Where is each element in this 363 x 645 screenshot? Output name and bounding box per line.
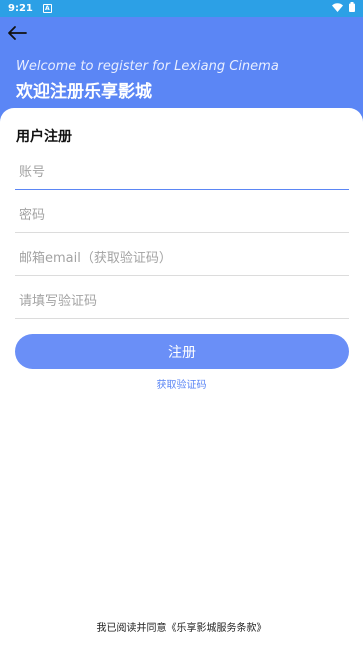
wifi-icon xyxy=(332,2,343,15)
welcome-subtitle: Welcome to register for Lexiang Cinema xyxy=(16,59,279,74)
back-button[interactable] xyxy=(5,25,29,45)
status-icons xyxy=(332,2,355,15)
password-input[interactable] xyxy=(15,199,349,233)
email-input[interactable] xyxy=(15,242,349,276)
terms-agreement-link[interactable]: 我已阅读并同意《乐享影城服务条款》 xyxy=(0,619,363,634)
status-time: 9:21 xyxy=(8,3,33,14)
register-card: 用户注册 注册 获取验证码 我已阅读并同意《乐享影城服务条款》 xyxy=(0,108,363,645)
register-screen: 9:21 A Welcome to register for Lexiang C… xyxy=(0,0,363,645)
arrow-left-icon xyxy=(7,25,27,45)
account-input[interactable] xyxy=(15,156,349,190)
welcome-title: 欢迎注册乐享影城 xyxy=(16,82,152,102)
get-code-link[interactable]: 获取验证码 xyxy=(0,376,363,391)
register-button[interactable]: 注册 xyxy=(15,334,349,369)
verification-code-input[interactable] xyxy=(15,285,349,319)
notification-icon: A xyxy=(42,4,52,13)
status-bar: 9:21 A xyxy=(0,0,363,17)
form-title: 用户注册 xyxy=(16,129,72,145)
battery-icon xyxy=(349,2,355,15)
